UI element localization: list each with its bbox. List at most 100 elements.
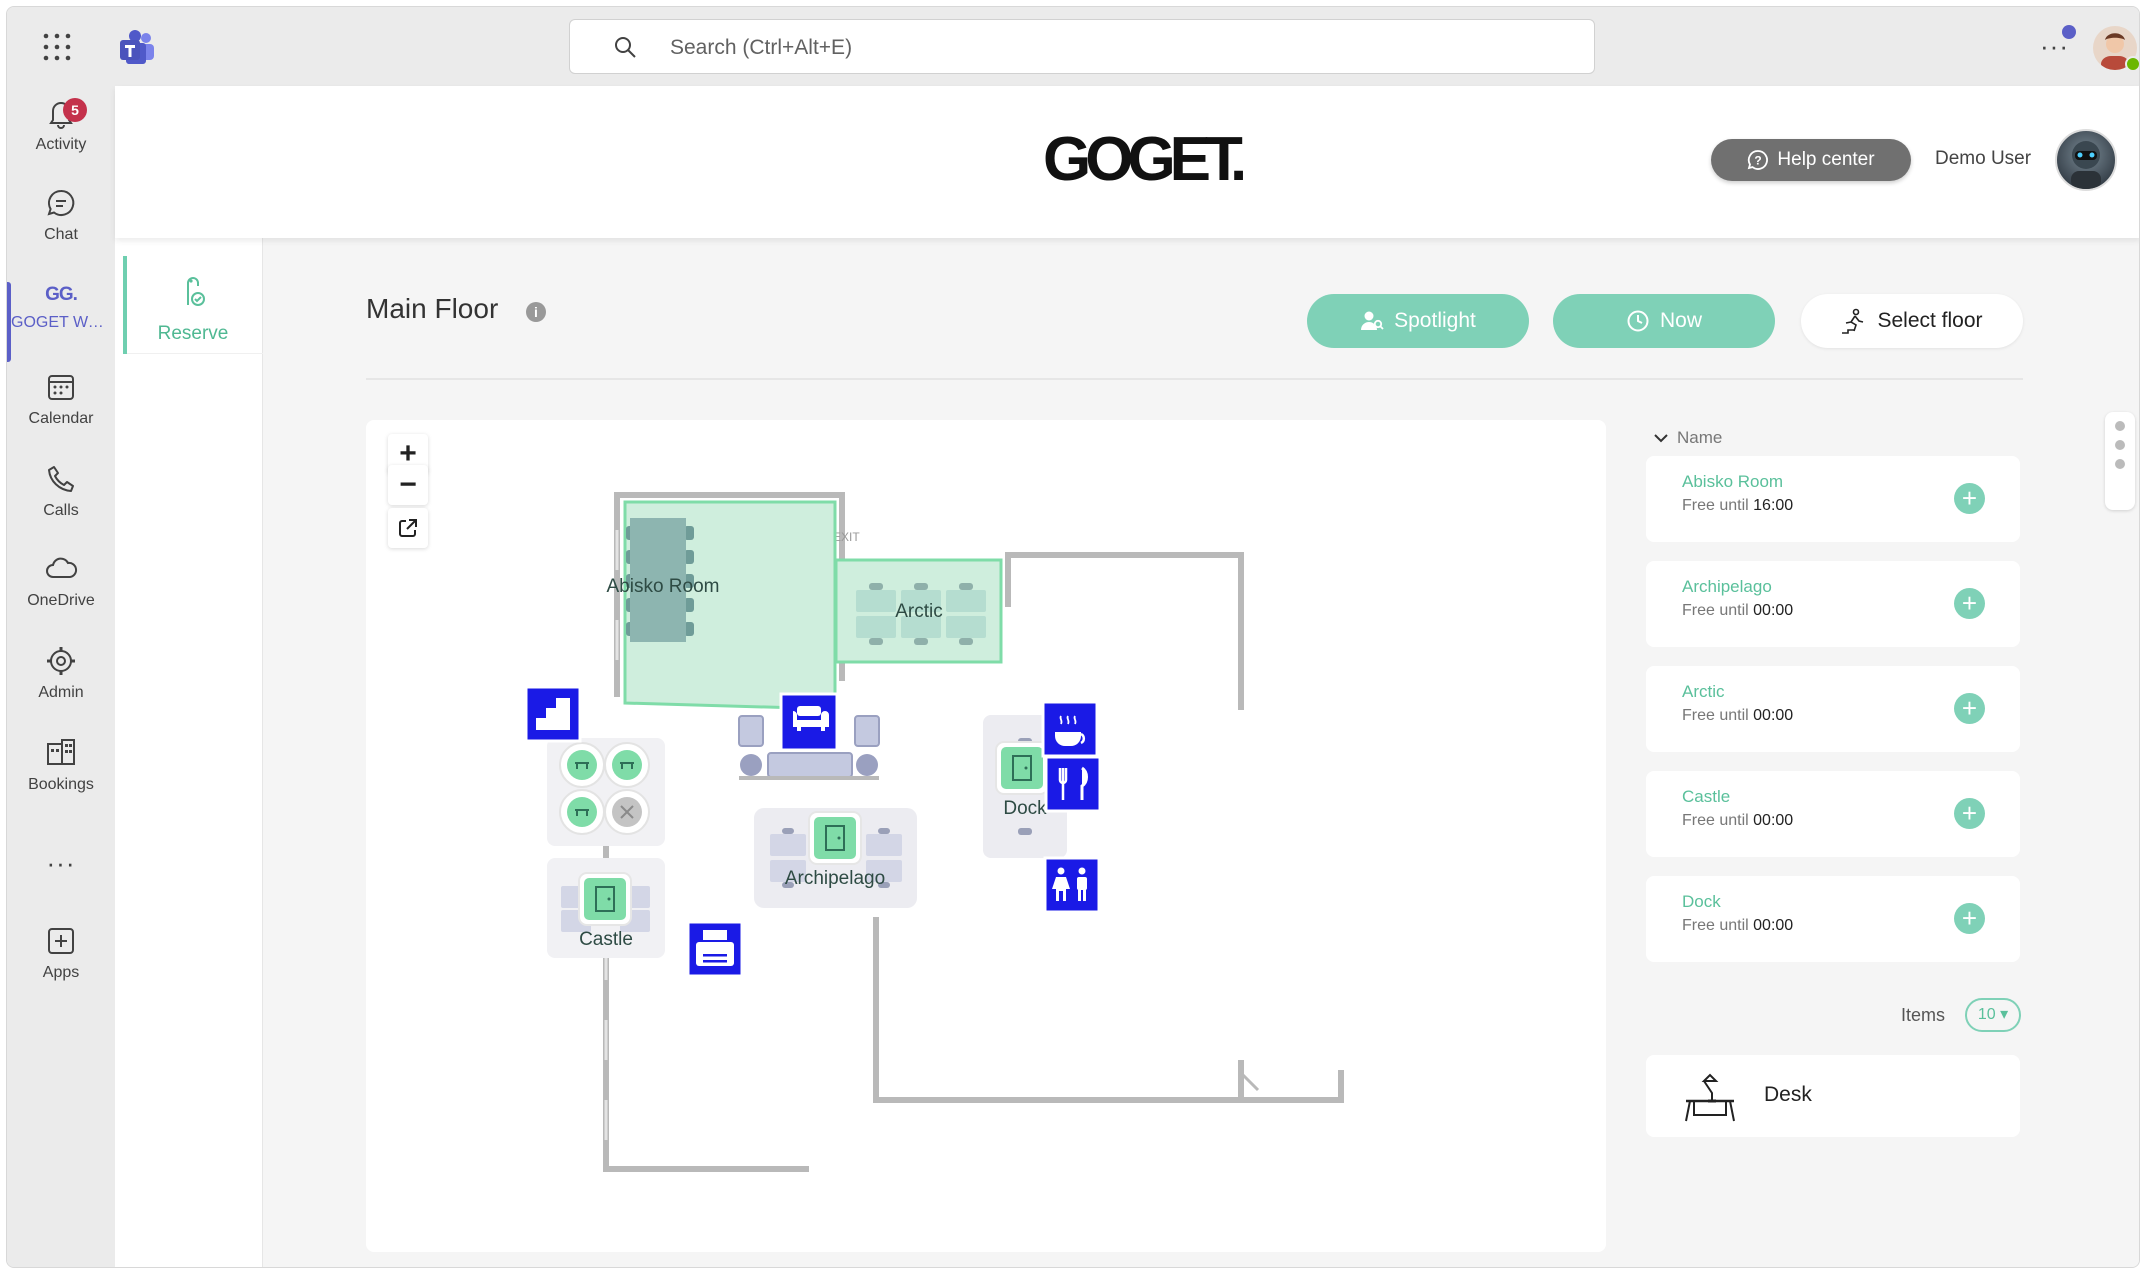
- user-avatar[interactable]: [2055, 129, 2117, 191]
- presence-available-icon: [2125, 56, 2139, 72]
- space-card-abisko[interactable]: Abisko Room Free until 16:00 +: [1646, 456, 2020, 542]
- rail-label: Activity: [35, 136, 87, 153]
- activity-badge: 5: [63, 98, 87, 122]
- space-availability: Free until 00:00: [1682, 812, 1794, 829]
- rail-item-more[interactable]: ···: [7, 848, 115, 888]
- rail-item-activity[interactable]: 5 Activity: [7, 96, 115, 178]
- room-archipelago[interactable]: Archipelago: [754, 808, 917, 908]
- rail-item-onedrive[interactable]: OneDrive: [7, 552, 115, 634]
- app-launcher-icon[interactable]: [41, 31, 73, 63]
- add-booking-button[interactable]: +: [1954, 798, 1985, 829]
- teams-logo-icon: [120, 30, 154, 64]
- space-availability: Free until 00:00: [1682, 917, 1794, 934]
- rail-label: GOGET Wor...: [11, 314, 115, 331]
- admin-icon: [47, 647, 75, 675]
- help-center-button[interactable]: ? Help center: [1711, 139, 1911, 181]
- rail-item-admin[interactable]: Admin: [7, 644, 115, 726]
- rail-item-goget[interactable]: GG. GOGET Wor...: [7, 278, 115, 360]
- now-label: Now: [1659, 309, 1702, 332]
- bookings-icon: [47, 739, 75, 765]
- person-search-icon: [1361, 311, 1384, 330]
- goget-sidenav: Reserve: [115, 238, 263, 1267]
- teams-top-bar: Search (Ctrl+Alt+E) ···: [7, 7, 2139, 86]
- open-external-button[interactable]: [388, 508, 428, 548]
- desk-unavailable: [604, 789, 650, 835]
- clock-icon: [1627, 310, 1649, 332]
- more-icon: ···: [46, 848, 76, 878]
- info-icon[interactable]: i: [526, 302, 546, 322]
- printer-icon[interactable]: [686, 920, 744, 978]
- add-booking-button[interactable]: +: [1954, 693, 1985, 724]
- rail-label: Bookings: [28, 776, 94, 793]
- notification-dot: [2062, 25, 2076, 39]
- desk-available[interactable]: [604, 742, 650, 788]
- user-name: Demo User: [1935, 148, 2032, 169]
- calendar-icon: [48, 375, 74, 400]
- zoom-out-button[interactable]: −: [388, 465, 428, 505]
- chat-icon: [47, 189, 75, 216]
- space-availability: Free until 00:00: [1682, 602, 1794, 619]
- space-card-castle[interactable]: Castle Free until 00:00 +: [1646, 771, 2020, 857]
- stairs-icon[interactable]: [524, 685, 582, 743]
- desk-type-card[interactable]: Desk: [1646, 1055, 2020, 1137]
- coffee-icon[interactable]: [1041, 700, 1099, 758]
- space-card-arctic[interactable]: Arctic Free until 00:00 +: [1646, 666, 2020, 752]
- floor-plan-canvas[interactable]: EXIT Abisko Room Arctic Archipelago Dock…: [366, 420, 1606, 1252]
- add-booking-button[interactable]: +: [1954, 903, 1985, 934]
- reserve-icon: [187, 277, 205, 306]
- room-castle[interactable]: Castle: [547, 858, 665, 958]
- stairs-person-icon: [1842, 308, 1864, 334]
- now-button[interactable]: Now: [1553, 294, 1775, 348]
- rail-item-apps[interactable]: Apps: [7, 924, 115, 1006]
- add-booking-button[interactable]: +: [1954, 483, 1985, 514]
- rail-item-bookings[interactable]: Bookings: [7, 736, 115, 818]
- items-label: Items: [1901, 1005, 1946, 1025]
- space-name: Archipelago: [1682, 577, 1772, 596]
- space-name: Abisko Room: [1682, 472, 1784, 491]
- room-label: Arctic: [895, 601, 943, 622]
- svg-text:?: ?: [1755, 154, 1762, 168]
- lounge-icon[interactable]: [779, 692, 839, 752]
- teams-app-rail: 5 Activity Chat GG. GOGET Wor... Calenda…: [7, 86, 115, 1267]
- cutlery-icon[interactable]: [1044, 755, 1102, 813]
- room-arctic[interactable]: Arctic: [834, 558, 1003, 664]
- rail-item-calls[interactable]: Calls: [7, 462, 115, 544]
- side-panel-handle[interactable]: [2105, 412, 2135, 510]
- sort-label: Name: [1677, 428, 1723, 447]
- sort-by-name[interactable]: Name: [1653, 428, 1722, 448]
- room-abisko[interactable]: Abisko Room: [607, 500, 837, 711]
- room-label: Archipelago: [785, 868, 885, 889]
- add-booking-button[interactable]: +: [1954, 588, 1985, 619]
- rail-item-calendar[interactable]: Calendar: [7, 370, 115, 452]
- spotlight-label: Spotlight: [1394, 309, 1476, 332]
- rail-label: Admin: [38, 684, 84, 701]
- select-floor-label: Select floor: [1877, 309, 1983, 332]
- nav-active-indicator: [123, 256, 127, 354]
- rail-label: Apps: [42, 964, 80, 981]
- floor-map[interactable]: EXIT Abisko Room Arctic Archipelago Dock…: [366, 420, 1606, 1252]
- room-label: Castle: [579, 929, 633, 950]
- nav-item-reserve[interactable]: Reserve: [123, 256, 263, 354]
- select-floor-button[interactable]: Select floor: [1801, 294, 2023, 348]
- items-per-page-select[interactable]: 10 ▾: [1965, 998, 2021, 1032]
- search-placeholder: Search (Ctrl+Alt+E): [670, 36, 853, 59]
- cloud-icon: [46, 557, 78, 578]
- search-icon: [615, 37, 636, 58]
- chevron-down-icon: [1654, 434, 1668, 443]
- restroom-icon[interactable]: [1043, 856, 1101, 914]
- goget-header: GOGET. ? Help center Demo User: [115, 86, 2139, 238]
- desk-available[interactable]: [559, 789, 605, 835]
- desk-available[interactable]: [559, 742, 605, 788]
- space-card-archipelago[interactable]: Archipelago Free until 00:00 +: [1646, 561, 2020, 647]
- apps-icon: [48, 928, 74, 954]
- external-link-icon: [399, 519, 417, 537]
- space-card-dock[interactable]: Dock Free until 00:00 +: [1646, 876, 2020, 962]
- spotlight-button[interactable]: Spotlight: [1307, 294, 1529, 348]
- teams-window: Search (Ctrl+Alt+E) ··· 5 Activity Chat …: [6, 6, 2140, 1268]
- rail-label: Calls: [43, 502, 79, 519]
- rail-item-chat[interactable]: Chat: [7, 186, 115, 268]
- divider: [366, 378, 2023, 380]
- search-bar[interactable]: Search (Ctrl+Alt+E): [569, 19, 1595, 74]
- free-until-time: 00:00: [1753, 917, 1794, 934]
- page-title: Main Floor: [366, 293, 499, 324]
